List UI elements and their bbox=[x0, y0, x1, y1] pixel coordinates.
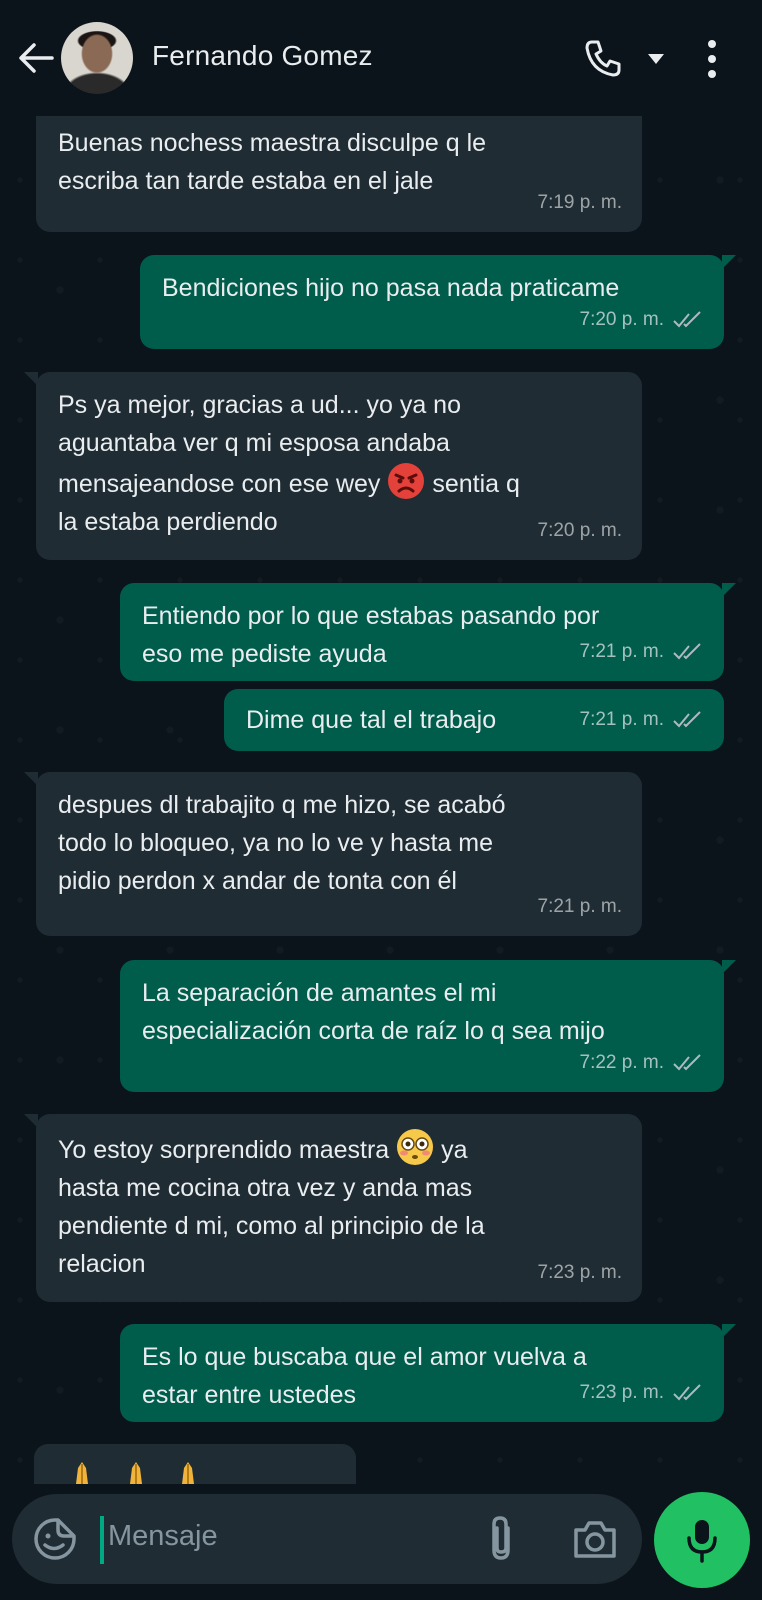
double-check-icon bbox=[673, 1054, 701, 1071]
message-text-fragment: mensajeandose con ese wey bbox=[58, 470, 381, 498]
praying-hands-emoji bbox=[76, 1462, 88, 1484]
message-outgoing[interactable]: La separación de amantes el mi especiali… bbox=[120, 960, 736, 1092]
message-meta: 7:19 p. m. bbox=[538, 184, 623, 222]
paperclip-icon[interactable] bbox=[482, 1514, 522, 1564]
message-text-line: todo lo bloqueo, ya no lo ve y hasta me bbox=[58, 829, 494, 857]
message-text-line: despues dl trabajito q me hizo, se acabó bbox=[58, 791, 506, 819]
message-time: 7:23 p. m. bbox=[579, 1382, 665, 1403]
praying-hands-emoji bbox=[182, 1462, 194, 1484]
chat-header: Fernando Gomez bbox=[0, 0, 762, 116]
message-composer: Mensaje bbox=[12, 1494, 642, 1584]
message-incoming[interactable]: Ps ya mejor, gracias a ud... yo ya no ag… bbox=[24, 372, 642, 560]
camera-icon[interactable] bbox=[572, 1518, 618, 1560]
message-list[interactable]: Buenas nochess maestra disculpe q le esc… bbox=[0, 0, 762, 1600]
message-outgoing[interactable]: Dime que tal el trabajo 7:21 p. m. bbox=[224, 689, 724, 751]
message-text-fragment: sentia q bbox=[432, 470, 520, 498]
phone-icon[interactable] bbox=[583, 38, 623, 78]
message-time: 7:20 p. m. bbox=[537, 520, 623, 541]
message-time: 7:21 p. m. bbox=[579, 709, 665, 730]
message-time: 7:21 p. m. bbox=[579, 641, 665, 662]
message-meta: 7:21 p. m. bbox=[580, 633, 705, 671]
message-meta: 7:20 p. m. bbox=[580, 301, 705, 339]
praying-hands-emoji bbox=[130, 1462, 142, 1484]
double-check-icon bbox=[673, 643, 701, 660]
message-incoming-partial[interactable] bbox=[34, 1444, 356, 1484]
contact-name[interactable]: Fernando Gomez bbox=[152, 40, 373, 72]
message-incoming[interactable]: Buenas nochess maestra disculpe q le esc… bbox=[36, 110, 642, 232]
message-text-fragment: Yo estoy sorprendido maestra bbox=[58, 1136, 390, 1164]
message-time: 7:21 p. m. bbox=[537, 896, 623, 917]
back-arrow-icon[interactable] bbox=[16, 38, 56, 78]
message-time: 7:23 p. m. bbox=[537, 1262, 623, 1283]
double-check-icon bbox=[673, 311, 701, 328]
message-time: 7:19 p. m. bbox=[537, 192, 623, 213]
message-text-fragment: ya bbox=[441, 1136, 468, 1164]
message-input[interactable]: Mensaje bbox=[108, 1520, 218, 1553]
mic-icon bbox=[687, 1520, 717, 1563]
message-meta: 7:21 p. m. bbox=[538, 888, 623, 926]
double-check-icon bbox=[673, 1384, 701, 1401]
message-time: 7:20 p. m. bbox=[579, 309, 665, 330]
caret-down-icon[interactable] bbox=[646, 52, 666, 66]
message-text-line: Buenas nochess maestra disculpe q le bbox=[58, 129, 487, 157]
flushed-face-emoji bbox=[397, 1129, 434, 1165]
message-text-line: Es lo que buscaba que el amor vuelva a bbox=[142, 1343, 587, 1371]
message-meta: 7:21 p. m. bbox=[580, 701, 705, 739]
message-time: 7:22 p. m. bbox=[579, 1052, 665, 1073]
message-meta: 7:23 p. m. bbox=[580, 1374, 705, 1412]
message-outgoing[interactable]: Es lo que buscaba que el amor vuelva a e… bbox=[120, 1324, 736, 1422]
sticker-icon[interactable] bbox=[32, 1516, 78, 1562]
message-incoming[interactable]: despues dl trabajito q me hizo, se acabó… bbox=[24, 772, 642, 936]
message-text-line-with-emoji: mensajeandose con ese wey sentia q bbox=[58, 462, 622, 503]
message-text-line: hasta me cocina otra vez y anda mas bbox=[58, 1174, 473, 1202]
message-meta: 7:23 p. m. bbox=[538, 1254, 623, 1292]
message-meta: 7:22 p. m. bbox=[580, 1044, 705, 1082]
mic-button[interactable] bbox=[654, 1492, 750, 1588]
message-incoming[interactable]: Yo estoy sorprendido maestra ya hasta me… bbox=[24, 1114, 642, 1302]
message-text-line: aguantaba ver q mi esposa andaba bbox=[58, 429, 450, 457]
message-meta: 7:20 p. m. bbox=[538, 512, 623, 550]
message-text-line: Entiendo por lo que estabas pasando por bbox=[142, 602, 600, 630]
message-text-line-with-emoji: Yo estoy sorprendido maestra ya bbox=[58, 1128, 622, 1169]
text-cursor bbox=[100, 1516, 104, 1564]
angry-face-emoji bbox=[388, 463, 425, 499]
double-check-icon bbox=[673, 711, 701, 728]
message-outgoing[interactable]: Bendiciones hijo no pasa nada praticame … bbox=[140, 255, 736, 349]
contact-avatar[interactable] bbox=[61, 22, 133, 94]
message-text-line: La separación de amantes el mi bbox=[142, 979, 497, 1007]
message-text-line: pendiente d mi, como al principio de la bbox=[58, 1212, 485, 1240]
more-vert-icon[interactable] bbox=[704, 38, 720, 80]
message-text-line: Ps ya mejor, gracias a ud... yo ya no bbox=[58, 391, 461, 419]
message-outgoing[interactable]: Entiendo por lo que estabas pasando por … bbox=[120, 583, 736, 681]
